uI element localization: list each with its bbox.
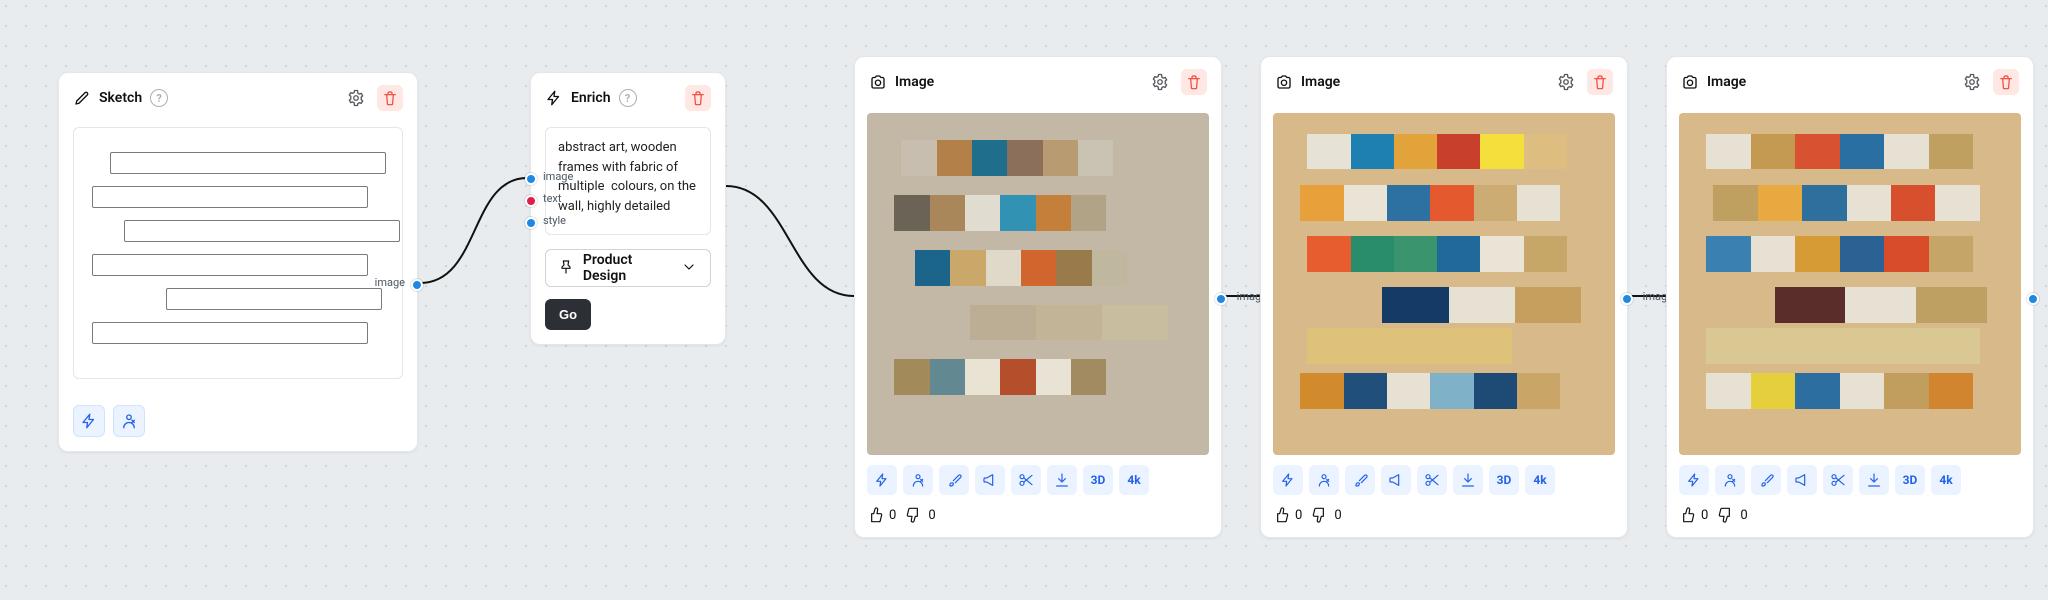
delete-button[interactable] [1181, 69, 1207, 95]
input-port-image[interactable] [525, 173, 537, 185]
sketch-element[interactable] [92, 186, 368, 208]
settings-button[interactable] [1147, 69, 1173, 95]
image-title: Image [895, 74, 934, 90]
delete-button[interactable] [377, 85, 403, 111]
3d-button[interactable]: 3D [1489, 465, 1519, 495]
sketch-canvas[interactable] [73, 127, 403, 379]
input-port-label: image [543, 170, 573, 183]
help-icon[interactable]: ? [619, 89, 637, 107]
upvote-button[interactable]: 0 [867, 507, 896, 523]
output-port-image[interactable] [1215, 293, 1227, 305]
3d-button[interactable]: 3D [1895, 465, 1925, 495]
delete-button[interactable] [685, 85, 711, 111]
enhance-icon[interactable] [1679, 465, 1709, 495]
image-toolbar: 3D 4k [1667, 455, 2033, 495]
sketch-title: Sketch [99, 90, 142, 106]
enhance-icon[interactable] [1273, 465, 1303, 495]
pencil-icon [73, 89, 91, 107]
brush-icon[interactable] [939, 465, 969, 495]
output-port-label: image [375, 276, 405, 289]
camera-icon [869, 73, 887, 91]
bolt-icon [545, 89, 563, 107]
delete-button[interactable] [1993, 69, 2019, 95]
style-select[interactable]: Product Design [545, 249, 711, 287]
output-port-image[interactable] [2027, 293, 2039, 305]
sketch-element[interactable] [166, 288, 382, 310]
cut-icon[interactable] [1823, 465, 1853, 495]
cut-icon[interactable] [1011, 465, 1041, 495]
upvote-button[interactable]: 0 [1679, 507, 1708, 523]
camera-icon [1681, 73, 1699, 91]
go-button[interactable]: Go [545, 299, 591, 330]
upvote-button[interactable]: 0 [1273, 507, 1302, 523]
generated-image[interactable] [867, 113, 1209, 455]
chevron-down-icon [681, 259, 698, 277]
upvote-count: 0 [1701, 508, 1708, 523]
output-port-image[interactable] [1621, 293, 1633, 305]
input-port-label: style [543, 214, 566, 227]
enrich-title: Enrich [571, 90, 611, 106]
sketch-element[interactable] [110, 152, 386, 174]
help-icon[interactable]: ? [150, 89, 168, 107]
image-toolbar: 3D 4k [855, 455, 1221, 495]
enhance-icon[interactable] [73, 405, 105, 437]
4k-button[interactable]: 4k [1931, 465, 1961, 495]
image-node[interactable]: Image 3D 4k 0 [854, 56, 1222, 538]
input-port-style[interactable] [525, 217, 537, 229]
brush-icon[interactable] [1751, 465, 1781, 495]
download-icon[interactable] [1047, 465, 1077, 495]
upvote-count: 0 [1295, 508, 1302, 523]
pin-icon [558, 259, 575, 277]
4k-button[interactable]: 4k [1119, 465, 1149, 495]
announce-icon[interactable] [975, 465, 1005, 495]
sketch-element[interactable] [124, 220, 400, 242]
enhance-icon[interactable] [867, 465, 897, 495]
image-node[interactable]: Image 3D 4k 0 [1260, 56, 1628, 538]
generated-image[interactable] [1273, 113, 1615, 455]
input-port-label: text [543, 192, 562, 205]
person-icon[interactable] [1715, 465, 1745, 495]
enrich-node[interactable]: Enrich ? Product Design Go image text st… [530, 72, 726, 345]
settings-button[interactable] [343, 85, 369, 111]
download-icon[interactable] [1453, 465, 1483, 495]
download-icon[interactable] [1859, 465, 1889, 495]
generated-image[interactable] [1679, 113, 2021, 455]
downvote-button[interactable]: 0 [1312, 507, 1341, 523]
output-port-image[interactable] [411, 279, 423, 291]
4k-button[interactable]: 4k [1525, 465, 1555, 495]
downvote-button[interactable]: 0 [906, 507, 935, 523]
camera-icon [1275, 73, 1293, 91]
downvote-count: 0 [928, 508, 935, 523]
person-icon[interactable] [903, 465, 933, 495]
delete-button[interactable] [1587, 69, 1613, 95]
3d-button[interactable]: 3D [1083, 465, 1113, 495]
downvote-count: 0 [1740, 508, 1747, 523]
sketch-node[interactable]: Sketch ? image [58, 72, 418, 452]
style-select-label: Product Design [583, 252, 673, 284]
person-icon[interactable] [113, 405, 145, 437]
image-title: Image [1301, 74, 1340, 90]
settings-button[interactable] [1959, 69, 1985, 95]
person-icon[interactable] [1309, 465, 1339, 495]
input-port-text[interactable] [525, 195, 537, 207]
downvote-button[interactable]: 0 [1718, 507, 1747, 523]
announce-icon[interactable] [1381, 465, 1411, 495]
downvote-count: 0 [1334, 508, 1341, 523]
settings-button[interactable] [1553, 69, 1579, 95]
image-title: Image [1707, 74, 1746, 90]
sketch-element[interactable] [92, 254, 368, 276]
brush-icon[interactable] [1345, 465, 1375, 495]
announce-icon[interactable] [1787, 465, 1817, 495]
image-toolbar: 3D 4k [1261, 455, 1627, 495]
sketch-element[interactable] [92, 322, 368, 344]
cut-icon[interactable] [1417, 465, 1447, 495]
upvote-count: 0 [889, 508, 896, 523]
image-node[interactable]: Image 3D 4k 0 [1666, 56, 2034, 538]
